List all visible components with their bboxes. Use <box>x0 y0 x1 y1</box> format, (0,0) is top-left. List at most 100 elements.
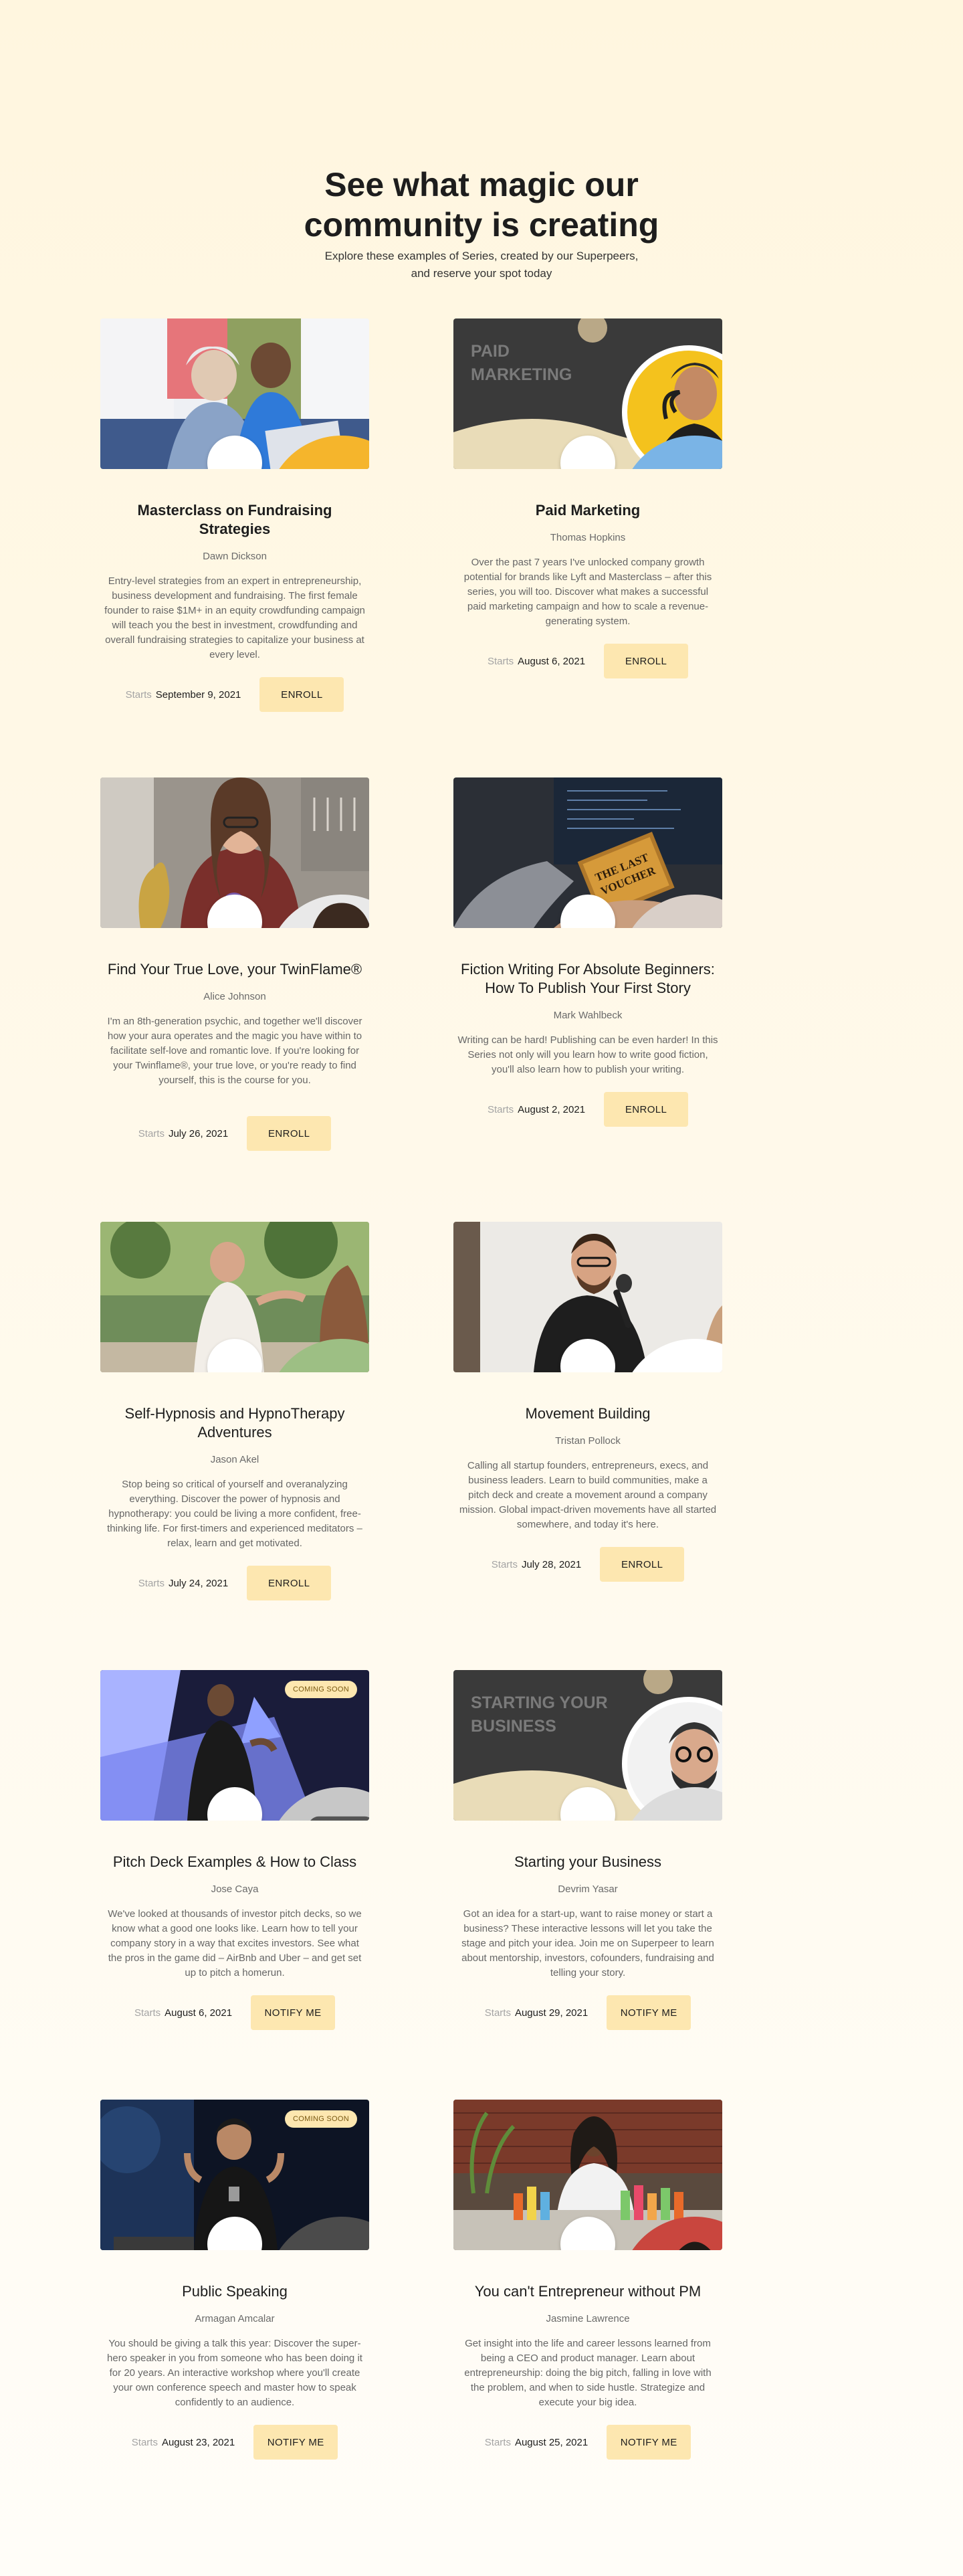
series-title[interactable]: Fiction Writing For Absolute Beginners: … <box>453 960 722 998</box>
series-footer: Starts July 24, 2021 ENROLL <box>100 1566 369 1600</box>
enroll-button[interactable]: ENROLL <box>604 1092 689 1127</box>
series-thumbnail[interactable]: THE LAST VOUCHER <box>453 777 722 928</box>
series-thumbnail[interactable]: PAID MARKETING <box>453 318 722 469</box>
series-author[interactable]: Thomas Hopkins <box>453 532 722 543</box>
starts-label: Starts <box>138 1577 165 1589</box>
enroll-button[interactable]: ENROLL <box>247 1116 332 1151</box>
series-footer: Starts August 25, 2021 NOTIFY ME <box>453 2425 722 2460</box>
series-thumbnail[interactable] <box>453 2100 722 2250</box>
series-card[interactable]: PAID MARKETING Paid Marketing Thomas Hop… <box>453 318 722 678</box>
starts-label: Starts <box>484 2007 511 2019</box>
image-text-2: BUSINESS <box>471 1717 556 1736</box>
series-title[interactable]: Paid Marketing <box>453 501 722 520</box>
enroll-button[interactable]: ENROLL <box>259 677 344 712</box>
avatar <box>560 1339 722 1372</box>
image-text-2: MARKETING <box>471 365 572 384</box>
series-title[interactable]: Masterclass on Fundraising Strategies <box>100 501 369 539</box>
series-description: Stop being so critical of yourself and o… <box>107 1479 362 1549</box>
page-title-line-2: community is creating <box>304 206 659 244</box>
series-title[interactable]: Public Speaking <box>100 2282 369 2301</box>
series-card[interactable]: Self-Hypnosis and HypnoTherapy Adventure… <box>100 1222 369 1600</box>
series-description: You should be giving a talk this year: D… <box>107 2338 362 2408</box>
series-title[interactable]: Self-Hypnosis and HypnoTherapy Adventure… <box>100 1404 369 1442</box>
series-card[interactable]: STARTING YOUR BUSINESS Starting your Bus… <box>453 1670 722 2030</box>
series-title[interactable]: You can't Entrepreneur without PM <box>453 2282 722 2301</box>
series-card[interactable]: THE LAST VOUCHER Fiction Writing For Abs… <box>453 777 722 1127</box>
series-footer: Starts August 23, 2021 NOTIFY ME <box>100 2425 369 2460</box>
avatar <box>560 895 722 928</box>
start-date: August 25, 2021 <box>514 2436 588 2448</box>
image-text-1: STARTING YOUR <box>471 1693 608 1712</box>
series-author[interactable]: Jose Caya <box>100 1883 369 1895</box>
series-thumbnail[interactable]: COMING SOON <box>100 1670 369 1821</box>
page-subtitle: Explore these examples of Series, create… <box>0 248 963 282</box>
series-card[interactable]: You can't Entrepreneur without PM Jasmin… <box>453 2100 722 2460</box>
series-author[interactable]: Jasmine Lawrence <box>453 2313 722 2324</box>
start-date: July 26, 2021 <box>168 1127 229 1139</box>
image-text-1: PAID <box>471 342 510 361</box>
series-author[interactable]: Alice Johnson <box>100 991 369 1002</box>
series-title[interactable]: Pitch Deck Examples & How to Class <box>100 1853 369 1871</box>
series-card[interactable]: COMING SOON Public Speaking Armagan Amca… <box>100 2100 369 2460</box>
series-card[interactable]: Movement Building Tristan Pollock Callin… <box>453 1222 722 1582</box>
notify-me-button[interactable]: NOTIFY ME <box>253 2425 338 2460</box>
series-author[interactable]: Dawn Dickson <box>100 551 369 562</box>
avatar <box>560 2217 722 2250</box>
series-author[interactable]: Tristan Pollock <box>453 1435 722 1447</box>
avatar <box>560 436 722 469</box>
series-thumbnail[interactable] <box>100 1222 369 1372</box>
series-description: Writing can be hard! Publishing can be e… <box>457 1034 718 1075</box>
series-author[interactable]: Armagan Amcalar <box>100 2313 369 2324</box>
series-thumbnail[interactable]: STARTING YOUR BUSINESS <box>453 1670 722 1821</box>
start-date: August 29, 2021 <box>514 2007 588 2019</box>
enroll-button[interactable]: ENROLL <box>247 1566 332 1600</box>
notify-me-button[interactable]: NOTIFY ME <box>607 2425 691 2460</box>
enroll-button[interactable]: ENROLL <box>604 644 689 678</box>
starts-label: Starts <box>491 1558 518 1570</box>
series-author[interactable]: Mark Wahlbeck <box>453 1010 722 1021</box>
starts-label: Starts <box>125 688 152 701</box>
starts-label: Starts <box>484 2436 511 2448</box>
avatar <box>207 2217 369 2250</box>
series-description: Over the past 7 years I've unlocked comp… <box>463 557 712 627</box>
series-footer: Starts July 26, 2021 ENROLL <box>100 1116 369 1151</box>
series-description: We've looked at thousands of investor pi… <box>108 1908 362 1979</box>
start-date: August 2, 2021 <box>518 1103 586 1115</box>
series-author[interactable]: Jason Akel <box>100 1454 369 1465</box>
start-date: August 6, 2021 <box>165 2007 233 2019</box>
start-date: July 28, 2021 <box>521 1558 582 1570</box>
series-description: Calling all startup founders, entreprene… <box>459 1460 717 1530</box>
page-subtitle-line-1: Explore these examples of Series, create… <box>324 250 639 262</box>
avatar <box>207 436 369 469</box>
series-card[interactable]: Find Your True Love, your TwinFlame® Ali… <box>100 777 369 1151</box>
coming-soon-badge: COMING SOON <box>285 2110 357 2128</box>
series-author[interactable]: Devrim Yasar <box>453 1883 722 1895</box>
series-title[interactable]: Movement Building <box>453 1404 722 1423</box>
series-footer: Starts September 9, 2021 ENROLL <box>100 677 369 712</box>
series-card[interactable]: COMING SOON Pitch Deck Examples & How to… <box>100 1670 369 2030</box>
page-subtitle-line-2: and reserve your spot today <box>411 267 552 280</box>
enroll-button[interactable]: ENROLL <box>600 1547 685 1582</box>
avatar <box>207 895 369 928</box>
start-date: August 23, 2021 <box>161 2436 235 2448</box>
avatar <box>207 1787 369 1821</box>
avatar <box>207 1339 369 1372</box>
series-card[interactable]: Masterclass on Fundraising Strategies Da… <box>100 318 369 712</box>
page-title-line-1: See what magic our <box>324 166 639 203</box>
series-footer: Starts August 29, 2021 NOTIFY ME <box>453 1995 722 2030</box>
series-thumbnail[interactable] <box>453 1222 722 1372</box>
coming-soon-badge: COMING SOON <box>285 1681 357 1698</box>
start-date: August 6, 2021 <box>518 655 586 667</box>
notify-me-button[interactable]: NOTIFY ME <box>251 1995 336 2030</box>
series-description: Get insight into the life and career les… <box>464 2338 712 2408</box>
series-title[interactable]: Find Your True Love, your TwinFlame® <box>100 960 369 979</box>
series-thumbnail[interactable] <box>100 318 369 469</box>
series-title[interactable]: Starting your Business <box>453 1853 722 1871</box>
series-description: Got an idea for a start-up, want to rais… <box>461 1908 714 1979</box>
series-thumbnail[interactable]: COMING SOON <box>100 2100 369 2250</box>
notify-me-button[interactable]: NOTIFY ME <box>607 1995 691 2030</box>
starts-label: Starts <box>487 655 514 667</box>
starts-label: Starts <box>131 2436 158 2448</box>
avatar <box>560 1787 722 1821</box>
series-thumbnail[interactable] <box>100 777 369 928</box>
